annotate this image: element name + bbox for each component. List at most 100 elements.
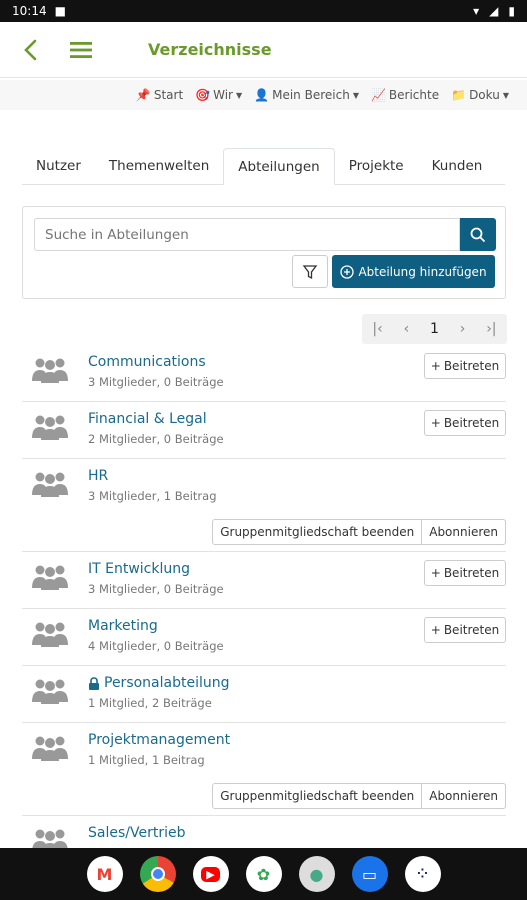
department-name[interactable]: Communications [88,354,206,370]
prev-page-icon[interactable]: ‹ [404,321,410,337]
chevron-down-icon: ▼ [352,90,359,100]
target-icon: 🎯 [195,88,211,102]
photos-icon[interactable]: ✿ [245,856,282,892]
wifi-icon: ▾ [473,4,480,18]
plus-icon: + [430,359,441,373]
add-department-button[interactable]: Abteilung hinzufügen [332,255,495,288]
app-bar: Verzeichnisse [0,22,527,78]
android-dock: M ▶ ✿ ● ▭ ⁘ [0,848,527,900]
department-list: Communications 3 Mitglieder, 0 Beiträge … [22,345,506,856]
subscribe-button[interactable]: Abonnieren [422,783,506,809]
plus-icon: + [430,416,441,430]
status-bar: 10:14 ■ ▾ ◢ ▮ [0,0,527,22]
hamburger-menu-icon[interactable] [68,38,94,62]
department-name[interactable]: Financial & Legal [88,411,207,427]
chevron-down-icon: ▼ [502,90,509,100]
chrome-icon[interactable] [139,856,176,892]
last-page-icon[interactable]: ›| [486,321,496,337]
search-input[interactable] [34,218,460,251]
tab-kunden[interactable]: Kunden [418,148,497,185]
nav-mein-bereich-label: Mein Bereich [272,88,350,102]
department-name[interactable]: Marketing [88,618,158,634]
tab-abteilungen[interactable]: Abteilungen [223,148,335,185]
membership-actions: Gruppenmitgliedschaft beenden Abonnieren [212,783,506,809]
search-icon [470,227,486,242]
nav-start-label: Start [153,88,184,102]
back-arrow-icon[interactable] [18,36,46,64]
directory-tabs: Nutzer Themenwelten Abteilungen Projekte… [22,148,505,185]
nav-start[interactable]: 📌 Start [136,88,183,102]
department-name[interactable]: Projektmanagement [88,732,230,748]
chevron-down-icon: ▼ [236,90,243,100]
list-item: Personalabteilung 1 Mitglied, 2 Beiträge [22,666,506,723]
plus-icon: + [430,623,441,637]
nav-doku[interactable]: 📁 Doku ▼ [451,88,509,102]
group-icon [32,565,68,590]
folder-icon: 📁 [451,88,467,102]
list-item: Communications 3 Mitglieder, 0 Beiträge … [22,345,506,402]
list-item: Projektmanagement 1 Mitglied, 1 Beitrag … [22,723,506,816]
pin-icon: 📌 [135,88,151,102]
group-icon [32,358,68,383]
filter-icon [302,264,318,279]
search-card: Abteilung hinzufügen [22,206,506,299]
gmail-icon[interactable]: M [86,856,123,892]
youtube-icon[interactable]: ▶ [192,856,229,892]
next-page-icon[interactable]: › [460,321,466,337]
nav-wir[interactable]: 🎯 Wir ▼ [195,88,242,102]
group-icon [32,415,68,440]
membership-actions: Gruppenmitgliedschaft beenden Abonnieren [212,519,506,545]
department-meta: 3 Mitglieder, 0 Beiträge [88,375,224,389]
notification-icon: ■ [54,4,66,18]
battery-icon: ▮ [508,4,515,18]
first-page-icon[interactable]: |‹ [372,321,382,337]
person-icon: 👤 [254,88,270,102]
department-meta: 3 Mitglieder, 0 Beiträge [88,582,224,596]
department-name[interactable]: Sales/Vertrieb [88,825,185,841]
department-meta: 2 Mitglieder, 0 Beiträge [88,432,224,446]
department-meta: 1 Mitglied, 2 Beiträge [88,696,212,710]
page-title: Verzeichnisse [148,40,272,59]
apps-grid-icon[interactable]: ⁘ [404,856,441,892]
tab-projekte[interactable]: Projekte [335,148,418,185]
current-page[interactable]: 1 [430,321,439,337]
signal-icon: ◢ [489,4,499,18]
group-icon [32,679,68,704]
plus-circle-icon [340,264,355,279]
join-button[interactable]: + Beitreten [424,353,506,379]
group-icon [32,472,68,497]
tab-nutzer[interactable]: Nutzer [22,148,95,185]
app-icon[interactable]: ● [298,856,335,892]
department-name[interactable]: Personalabteilung [88,675,230,691]
nav-wir-label: Wir [213,88,233,102]
tab-themenwelten[interactable]: Themenwelten [95,148,223,185]
add-department-label: Abteilung hinzufügen [358,264,487,279]
messages-icon[interactable]: ▭ [351,856,388,892]
join-button[interactable]: + Beitreten [424,410,506,436]
department-meta: 1 Mitglied, 1 Beitrag [88,753,205,767]
filter-button[interactable] [292,255,328,288]
nav-berichte[interactable]: 📈 Berichte [371,88,439,102]
list-item: Financial & Legal 2 Mitglieder, 0 Beiträ… [22,402,506,459]
list-item: HR 3 Mitglieder, 1 Beitrag Gruppenmitgli… [22,459,506,552]
department-name[interactable]: IT Entwicklung [88,561,190,577]
nav-berichte-label: Berichte [388,88,440,102]
nav-doku-label: Doku [469,88,500,102]
join-button[interactable]: + Beitreten [424,617,506,643]
lock-icon [89,676,99,690]
leave-group-button[interactable]: Gruppenmitgliedschaft beenden [212,519,423,545]
join-button[interactable]: + Beitreten [424,560,506,586]
plus-icon: + [430,566,441,580]
pagination: |‹ ‹ 1 › ›| [362,314,507,344]
list-item: IT Entwicklung 3 Mitglieder, 0 Beiträge … [22,552,506,609]
leave-group-button[interactable]: Gruppenmitgliedschaft beenden [212,783,423,809]
department-meta: 3 Mitglieder, 1 Beitrag [88,489,217,503]
chart-icon: 📈 [370,88,386,102]
nav-mein-bereich[interactable]: 👤 Mein Bereich ▼ [254,88,359,102]
department-name[interactable]: HR [88,468,108,484]
group-icon [32,736,68,761]
search-button[interactable] [460,218,496,251]
top-navigation: 📌 Start 🎯 Wir ▼ 👤 Mein Bereich ▼ 📈 Berichte 📁 D… [0,80,527,110]
department-meta: 4 Mitglieder, 0 Beiträge [88,639,224,653]
subscribe-button[interactable]: Abonnieren [422,519,506,545]
